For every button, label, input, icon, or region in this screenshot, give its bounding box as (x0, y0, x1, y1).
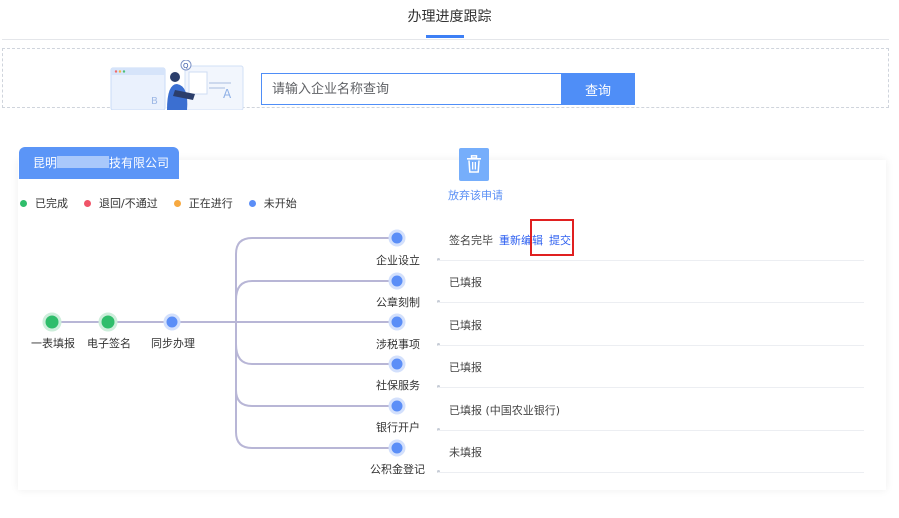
highlight-box (530, 219, 574, 256)
branch-node (388, 272, 406, 290)
step-node-completed (42, 312, 62, 332)
row-divider (438, 302, 864, 303)
branch-node (388, 355, 406, 373)
row-divider (438, 387, 864, 388)
row-divider (438, 345, 864, 346)
row-divider (438, 260, 864, 261)
status-text: 未填报 (449, 446, 482, 459)
branch-connector-6 (235, 322, 397, 449)
step-label: 一表填报 (31, 337, 75, 350)
row-divider (438, 430, 864, 431)
step-node-not-started (163, 313, 181, 331)
status-row-housing-fund: 未填报 (449, 444, 482, 460)
branch-label: 社保服务 (376, 379, 420, 392)
branch-label: 公积金登记 (370, 463, 425, 476)
branch-label: 公章刻制 (376, 296, 420, 309)
step-label: 电子签名 (87, 337, 131, 350)
branch-node (388, 397, 406, 415)
status-row-tax: 已填报 (449, 317, 482, 333)
branch-node (388, 229, 406, 247)
row-divider (438, 472, 864, 473)
flow-diagram (42, 229, 406, 457)
status-text: 签名完毕 (449, 234, 493, 247)
status-row-social-security: 已填报 (449, 359, 482, 375)
branch-node (388, 439, 406, 457)
branch-label: 企业设立 (376, 254, 420, 267)
branch-node (388, 313, 406, 331)
status-text: 已填报 (449, 361, 482, 374)
branch-connector-4 (235, 343, 397, 365)
step-label: 同步办理 (151, 337, 195, 350)
branch-label: 涉税事项 (376, 338, 420, 351)
branch-connector-2 (235, 280, 397, 301)
step-node-completed (98, 312, 118, 332)
status-row-bank: 已填报 (中国农业银行) (449, 402, 560, 418)
branch-label: 银行开户 (376, 421, 420, 434)
status-row-seal: 已填报 (449, 274, 482, 290)
status-text: 已填报 (中国农业银行) (449, 404, 561, 417)
status-text: 已填报 (449, 319, 482, 332)
status-text: 已填报 (449, 276, 482, 289)
